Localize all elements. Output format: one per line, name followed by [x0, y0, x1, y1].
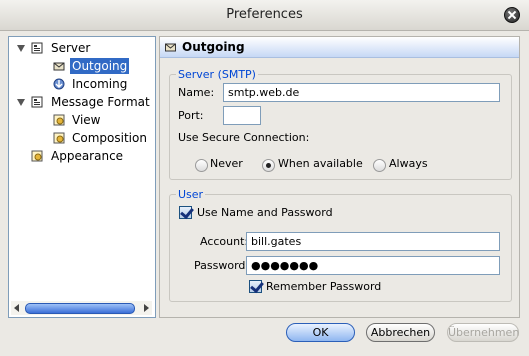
port-input[interactable]: [223, 106, 261, 125]
account-label: Account:: [200, 235, 249, 248]
smtp-name-input[interactable]: [223, 83, 500, 102]
name-label: Name:: [178, 86, 215, 99]
horizontal-scrollbar[interactable]: [11, 301, 152, 315]
checkmark-icon: [180, 204, 194, 220]
use-name-password-label: Use Name and Password: [197, 206, 333, 219]
radio-never-label: Never: [210, 157, 243, 170]
use-name-password-checkbox[interactable]: [179, 204, 194, 220]
secure-connection-label: Use Secure Connection:: [178, 131, 310, 144]
tree-item-label: Incoming: [72, 77, 128, 91]
tree-item-label: View: [72, 113, 101, 127]
tree-item-label: Outgoing: [70, 58, 130, 74]
outgoing-icon: [165, 43, 176, 52]
radio-always[interactable]: [373, 159, 386, 172]
view-settings-icon: [53, 114, 65, 126]
checkmark-icon: [250, 278, 264, 294]
cancel-button[interactable]: Abbrechen: [366, 323, 435, 342]
remember-password-checkbox[interactable]: [249, 278, 264, 294]
user-group: User Use Name and Password Account: Pass…: [169, 188, 512, 302]
collapse-triangle-icon[interactable]: [17, 99, 25, 106]
settings-panel: Outgoing Server (SMTP) Name: Port: Use S…: [159, 36, 520, 318]
tree-item-label: Appearance: [51, 149, 124, 163]
password-input[interactable]: [246, 256, 500, 275]
panel-header: Outgoing: [160, 37, 519, 58]
outgoing-icon: [53, 62, 65, 71]
ok-button[interactable]: OK: [286, 323, 355, 342]
apply-button: Übernehmen: [447, 323, 519, 342]
window-title: Preferences: [226, 7, 303, 22]
scrollbar-thumb[interactable]: [25, 303, 135, 314]
password-label: Password:: [194, 259, 250, 272]
server-icon: [31, 42, 43, 54]
radio-always-label: Always: [389, 157, 428, 170]
server-smtp-group: Server (SMTP) Name: Port: Use Secure Con…: [169, 68, 512, 180]
account-input[interactable]: [246, 232, 500, 251]
group-legend: Server (SMTP): [176, 68, 258, 81]
title-bar: Preferences: [0, 0, 529, 31]
radio-when-available-label: When available: [278, 157, 363, 170]
port-label: Port:: [178, 109, 204, 122]
group-legend: User: [176, 188, 206, 201]
appearance-settings-icon: [31, 150, 43, 162]
scroll-left-icon[interactable]: [14, 304, 19, 312]
radio-never[interactable]: [195, 159, 208, 172]
message-format-icon: [31, 96, 43, 108]
scroll-right-icon[interactable]: [144, 304, 149, 312]
tree-item-label: Message Format: [51, 95, 150, 109]
composition-settings-icon: [53, 132, 65, 144]
close-icon[interactable]: [504, 7, 520, 23]
tree-item-label: Composition: [72, 131, 147, 145]
collapse-triangle-icon[interactable]: [17, 45, 25, 52]
category-tree: Server Outgoing Incoming Message Format …: [8, 36, 156, 318]
remember-password-label: Remember Password: [266, 280, 382, 293]
incoming-icon: [53, 78, 65, 90]
radio-when-available[interactable]: [262, 159, 275, 172]
tree-item-label: Server: [51, 41, 91, 55]
panel-title: Outgoing: [182, 40, 245, 54]
